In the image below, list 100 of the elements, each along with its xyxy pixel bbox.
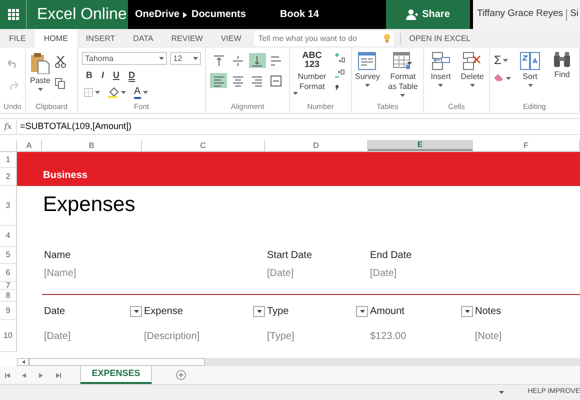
column-header[interactable]: F: [473, 140, 580, 151]
lightbulb-icon: [384, 34, 390, 43]
row-number: 6: [6, 268, 10, 276]
row-number: 5: [6, 251, 10, 259]
table-cell-text: [Date]: [44, 330, 71, 344]
sort-icon: [520, 52, 540, 70]
caret-icon: [95, 91, 100, 94]
horizontal-scrollbar[interactable]: [17, 358, 580, 366]
scrollbar-thumb[interactable]: [29, 358, 205, 366]
survey-button[interactable]: Survey: [355, 52, 380, 101]
bold-button[interactable]: B: [86, 69, 92, 82]
field-value: [Date]: [267, 266, 294, 280]
font-color-button[interactable]: A: [134, 86, 148, 98]
right-arrow-icon: [39, 372, 43, 378]
double-underline-button[interactable]: D: [128, 69, 136, 82]
caret-icon: [464, 310, 470, 312]
align-center-icon: [232, 74, 244, 86]
breadcrumb-link[interactable]: Documents: [191, 7, 246, 22]
filter-dropdown-button[interactable]: [130, 306, 142, 316]
previous-sheet-button[interactable]: [20, 372, 28, 378]
column-header[interactable]: A: [17, 140, 42, 151]
caret-icon: [498, 391, 504, 394]
copy-button[interactable]: [55, 78, 66, 89]
paste-button[interactable]: Paste: [30, 52, 50, 101]
autosum-button[interactable]: Σ: [494, 54, 511, 66]
caret-icon: [470, 84, 475, 87]
ribbon-tab[interactable]: HOME: [34, 29, 77, 48]
column-heading: Amount: [370, 304, 404, 318]
cut-text[interactable]: Si: [570, 7, 579, 22]
sheet-title: Expenses: [43, 192, 136, 218]
find-button[interactable]: Find: [549, 52, 575, 101]
chevron-right-icon: [183, 12, 188, 18]
caret-icon: [134, 310, 138, 312]
column-heading: Notes: [475, 304, 502, 318]
filter-dropdown-button[interactable]: [356, 306, 368, 316]
cut-button[interactable]: [55, 56, 66, 68]
column-header[interactable]: C: [142, 140, 265, 151]
search-field[interactable]: Tell me what you want to do: [254, 31, 394, 46]
app-launcher-button[interactable]: [0, 0, 26, 29]
filter-dropdown-button[interactable]: [461, 306, 473, 316]
row-number: 9: [6, 306, 10, 314]
ribbon-tab[interactable]: REVIEW: [162, 29, 212, 48]
borders-button[interactable]: [84, 88, 100, 97]
align-left-button[interactable]: [210, 73, 228, 88]
sort-button[interactable]: Sort: [517, 52, 543, 101]
last-sheet-button[interactable]: [54, 372, 62, 378]
first-sheet-button[interactable]: [3, 372, 11, 378]
ribbon-tab[interactable]: VIEW: [212, 29, 250, 48]
filter-dropdown-button[interactable]: [253, 306, 265, 316]
clear-button[interactable]: [494, 74, 511, 82]
borders-icon: [84, 88, 93, 97]
ribbon-tab[interactable]: FILE: [0, 29, 35, 48]
align-bottom-button[interactable]: [248, 53, 266, 68]
format-as-table-button[interactable]: Format as Table: [386, 52, 420, 101]
align-right-icon: [251, 74, 264, 86]
scissors-icon: [55, 56, 66, 68]
caret-icon: [360, 310, 364, 312]
skip-back-icon: [4, 372, 10, 378]
delete-button[interactable]: Delete: [460, 52, 485, 101]
breadcrumb-link[interactable]: OneDrive: [135, 7, 180, 22]
copy-icon: [55, 78, 66, 89]
ribbon-tab[interactable]: DATA: [124, 29, 162, 48]
caret-icon: [142, 91, 148, 94]
insert-function-button[interactable]: fx: [0, 119, 17, 134]
user-name[interactable]: Tiffany Grace Reyes: [477, 7, 564, 22]
column-heading: Type: [267, 304, 289, 318]
number-format-button[interactable]: ABC 123 Number Format: [293, 51, 331, 101]
italic-button[interactable]: I: [102, 69, 104, 82]
app-name: Excel Online: [37, 4, 127, 24]
eraser-icon: [494, 74, 504, 82]
increase-decimal-button[interactable]: [335, 53, 345, 63]
font-name-dropdown[interactable]: Tahoma: [82, 52, 168, 65]
field-value: [Date]: [370, 266, 397, 280]
underline-button[interactable]: U: [113, 69, 120, 82]
caret-icon: [400, 94, 406, 97]
redo-icon: [8, 81, 18, 90]
row-number: 1: [6, 156, 10, 164]
band-label: Business: [43, 169, 88, 183]
plus-circle-icon: [176, 370, 186, 380]
sheet-tab[interactable]: EXPENSES: [80, 366, 152, 384]
insert-button[interactable]: Insert: [428, 52, 454, 101]
caret-icon: [364, 84, 370, 87]
document-title: Book 14: [280, 8, 319, 22]
caret-icon: [438, 84, 444, 87]
next-sheet-button[interactable]: [37, 372, 45, 378]
font-size-dropdown[interactable]: 12: [170, 52, 201, 65]
fill-color-button[interactable]: [108, 87, 126, 98]
scroll-left-button[interactable]: [17, 358, 29, 366]
open-in-excel-button[interactable]: OPEN IN EXCEL: [401, 29, 479, 48]
share-button[interactable]: Share: [386, 0, 470, 29]
ribbon-tab[interactable]: INSERT: [76, 29, 124, 48]
clipboard-icon: [30, 52, 50, 74]
column-header[interactable]: B: [42, 140, 142, 151]
decrease-decimal-button[interactable]: [335, 69, 345, 79]
column-header[interactable]: E: [368, 140, 473, 151]
row-number: 3: [6, 202, 10, 210]
caret-icon: [121, 91, 126, 94]
caret-icon: [38, 88, 43, 91]
row-number: 10: [4, 332, 12, 340]
insert-cells-icon: [432, 52, 450, 70]
